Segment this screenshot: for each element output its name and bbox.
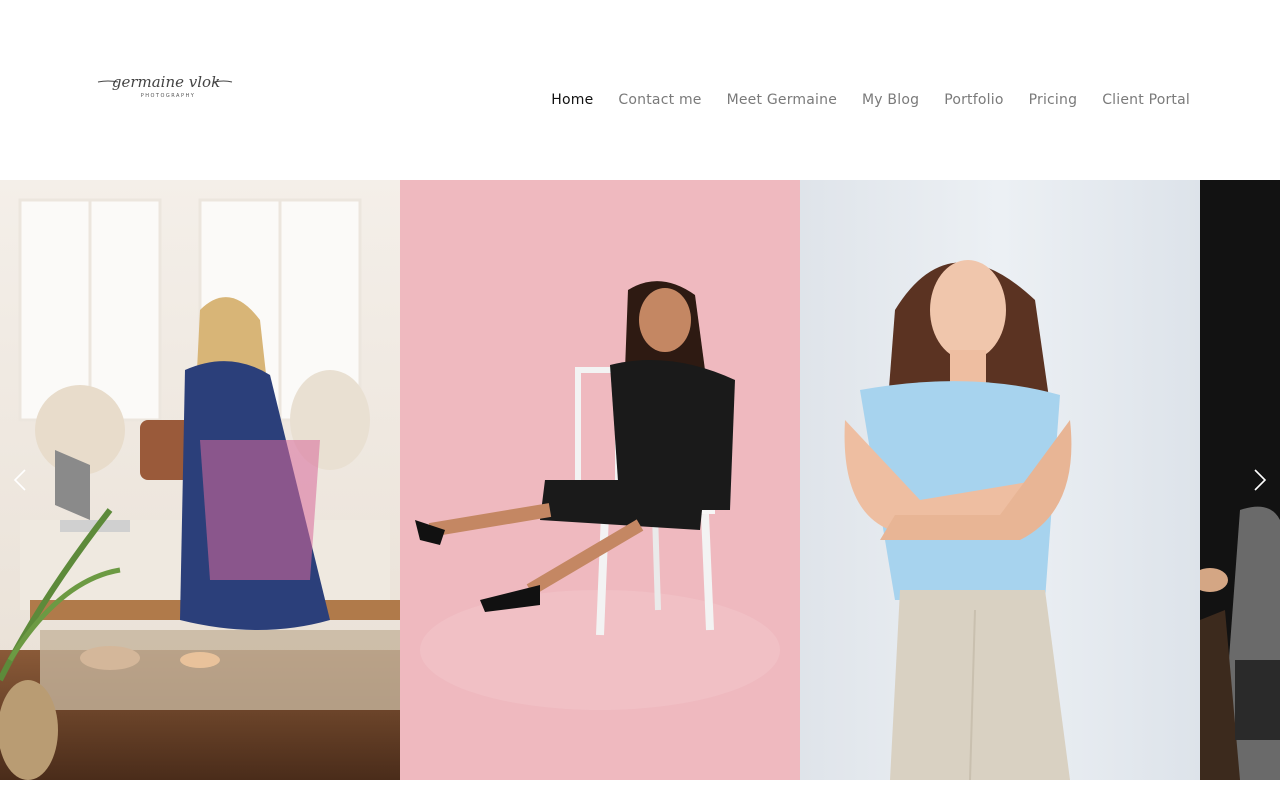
slider-next-button[interactable] [1240, 460, 1280, 500]
nav-pricing[interactable]: Pricing [1029, 90, 1078, 110]
nav-client-portal[interactable]: Client Portal [1102, 90, 1190, 110]
photo-living-room [0, 180, 400, 780]
chevron-left-icon [13, 469, 26, 491]
site-header: germaine vlok PHOTOGRAPHY Home Contact m… [0, 0, 1280, 180]
nav-home[interactable]: Home [551, 90, 593, 110]
photo-pink-backdrop [400, 180, 800, 780]
main-nav: Home Contact me Meet Germaine My Blog Po… [526, 90, 1190, 110]
logo-text: germaine vlok [112, 73, 220, 91]
photo-grey-wall [800, 180, 1200, 780]
slide-photo-2[interactable] [400, 180, 800, 780]
slide-photo-3[interactable] [800, 180, 1200, 780]
slide-photo-1[interactable] [0, 180, 400, 780]
nav-meet-germaine[interactable]: Meet Germaine [727, 90, 837, 110]
nav-blog[interactable]: My Blog [862, 90, 919, 110]
logo-subtext: PHOTOGRAPHY [141, 93, 196, 99]
logo-signature: germaine vlok PHOTOGRAPHY [97, 73, 233, 99]
nav-portfolio[interactable]: Portfolio [944, 90, 1003, 110]
portfolio-slider [0, 180, 1280, 780]
nav-contact[interactable]: Contact me [618, 90, 701, 110]
site-logo[interactable]: germaine vlok PHOTOGRAPHY [96, 62, 236, 106]
chevron-right-icon [1254, 469, 1267, 491]
slider-prev-button[interactable] [0, 460, 40, 500]
